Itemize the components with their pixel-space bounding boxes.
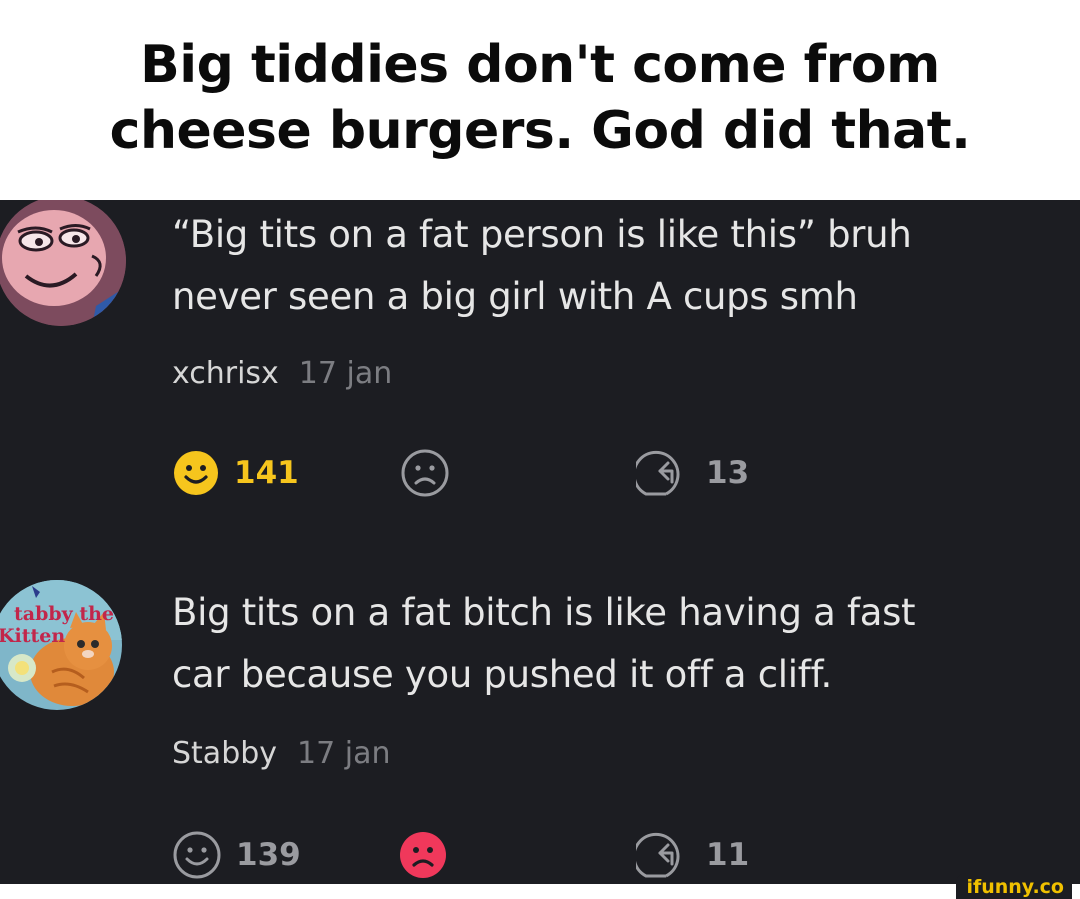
comment-1-date: 17 jan — [298, 356, 393, 391]
comment-2-frown-button[interactable] — [398, 830, 448, 880]
comment-2-username[interactable]: Stabby — [172, 736, 277, 771]
meme-caption: Big tiddies don't come from cheese burge… — [0, 0, 1080, 200]
reply-icon — [636, 830, 692, 880]
comment-2-line-1: Big tits on a fat bitch is like having a… — [172, 591, 916, 634]
smile-icon — [172, 449, 220, 497]
comment-1-smile-button[interactable]: 141 — [172, 448, 299, 498]
comment-1-line-2: never seen a big girl with A cups smh — [172, 275, 858, 318]
comment-2-smile-button[interactable]: 139 — [172, 830, 301, 880]
user-avatar-xchrisx[interactable] — [0, 200, 126, 326]
footer-strip — [0, 884, 1080, 899]
comment-2-smile-count: 139 — [236, 837, 301, 873]
frown-icon — [400, 448, 450, 498]
comment-1-smile-count: 141 — [234, 455, 299, 491]
comment-2-line-2: car because you pushed it off a cliff. — [172, 653, 832, 696]
reply-icon — [636, 448, 692, 498]
comment-1-text: “Big tits on a fat person is like this” … — [172, 204, 912, 328]
comment-1-line-1: “Big tits on a fat person is like this” … — [172, 213, 912, 256]
comment-2-reply-button[interactable]: 11 — [636, 830, 749, 880]
caption-line-1: Big tiddies don't come from — [140, 35, 940, 95]
smile-icon — [172, 830, 222, 880]
user-avatar-stabby[interactable]: tabby the Kitten — [0, 580, 122, 710]
comment-1-frown-button[interactable] — [400, 448, 450, 498]
comment-2-reply-count: 11 — [706, 837, 750, 873]
avatar2-title-line-1: tabby the — [14, 603, 114, 625]
caption-line-2: cheese burgers. God did that. — [109, 101, 971, 161]
comment-2-meta: Stabby 17 jan — [172, 736, 390, 771]
comment-1-username[interactable]: xchrisx — [172, 356, 279, 391]
kitten-book-avatar-icon: tabby the Kitten — [0, 580, 122, 710]
avatar2-title-line-2: Kitten — [0, 625, 65, 647]
comment-1-reply-button[interactable]: 13 — [636, 448, 749, 498]
caption-text: Big tiddies don't come from cheese burge… — [110, 32, 971, 164]
comment-2-text: Big tits on a fat bitch is like having a… — [172, 582, 916, 706]
comment-1-reply-count: 13 — [706, 455, 750, 491]
comment-1-meta: xchrisx 17 jan — [172, 356, 392, 391]
frown-icon — [398, 830, 448, 880]
ifunny-watermark: ifunny.co — [956, 873, 1072, 899]
comment-2-date: 17 jan — [297, 736, 391, 771]
cartoon-face-avatar-icon — [0, 200, 126, 326]
comments-panel: “Big tits on a fat person is like this” … — [0, 200, 1080, 884]
